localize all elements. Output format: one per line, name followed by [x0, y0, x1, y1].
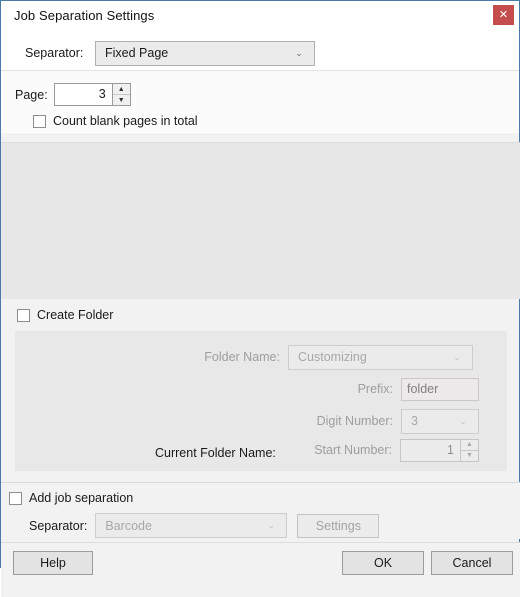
add-job-separator-dropdown[interactable]: Barcode ⌄ — [95, 513, 288, 538]
page-increment-icon[interactable]: ▲ — [112, 84, 130, 95]
job-separation-settings-dialog: Job Separation Settings ✕ Separator: Fix… — [0, 0, 520, 597]
page-decrement-icon[interactable]: ▼ — [113, 95, 130, 105]
create-folder-section: Create Folder Folder Name: Customizing ⌄… — [1, 300, 520, 471]
current-folder-name-row: Current Folder Name: — [155, 446, 479, 460]
folder-name-row: Folder Name: Customizing ⌄ — [204, 344, 473, 370]
settings-button[interactable]: Settings — [297, 513, 380, 538]
digit-number-label: Digit Number: — [316, 414, 393, 428]
checkbox-box-icon — [9, 491, 22, 505]
separator-area: Separator: Fixed Page ⌄ Page: 3 ▲ ▼ Coun… — [1, 30, 519, 133]
add-job-separator-row: Separator: Barcode ⌄ Settings — [29, 513, 380, 538]
digit-number-value: 3 — [411, 414, 418, 428]
chevron-down-icon: ⌄ — [267, 520, 276, 530]
preview-panel — [1, 142, 520, 299]
ok-button[interactable]: OK — [342, 551, 424, 575]
dialog-title: Job Separation Settings — [14, 8, 155, 23]
page-input[interactable]: 3 — [53, 83, 112, 106]
separator-row: Separator: Fixed Page ⌄ — [1, 40, 315, 66]
add-job-separator-label: Separator: — [29, 518, 88, 533]
checkbox-box-icon — [33, 114, 46, 128]
close-icon[interactable]: ✕ — [493, 5, 514, 25]
dialog-body: Separator: Fixed Page ⌄ Page: 3 ▲ ▼ Coun… — [1, 30, 520, 597]
separator-label: Separator: — [25, 46, 84, 60]
folder-name-label: Folder Name: — [204, 350, 280, 364]
prefix-input[interactable]: folder — [401, 377, 479, 401]
chevron-down-icon: ⌄ — [295, 47, 303, 58]
count-blank-pages-checkbox[interactable]: Count blank pages in total — [33, 114, 198, 128]
digit-number-dropdown[interactable]: 3 ⌄ — [401, 408, 479, 434]
page-stepper-buttons: ▲ ▼ — [111, 83, 131, 106]
title-bar: Job Separation Settings ✕ — [1, 1, 519, 30]
page-label: Page: — [15, 87, 48, 102]
page-stepper[interactable]: 3 ▲ ▼ — [53, 83, 131, 106]
create-folder-options-panel: Folder Name: Customizing ⌄ Prefix: folde… — [15, 330, 507, 471]
create-folder-checkbox[interactable]: Create Folder — [17, 308, 113, 322]
create-folder-label: Create Folder — [37, 308, 114, 322]
chevron-down-icon: ⌄ — [453, 351, 461, 362]
dialog-footer: Help OK Cancel — [1, 542, 520, 597]
folder-name-dropdown[interactable]: Customizing ⌄ — [288, 344, 473, 370]
add-job-separation-label: Add job separation — [29, 491, 134, 505]
add-job-separation-checkbox[interactable]: Add job separation — [9, 491, 133, 505]
folder-name-value: Customizing — [298, 350, 367, 364]
cancel-button[interactable]: Cancel — [431, 551, 513, 575]
separator-value: Fixed Page — [105, 46, 169, 60]
count-blank-pages-label: Count blank pages in total — [53, 114, 198, 128]
help-button[interactable]: Help — [13, 551, 93, 575]
add-job-separator-value: Barcode — [105, 518, 152, 533]
prefix-row: Prefix: folder — [357, 377, 479, 401]
chevron-down-icon: ⌄ — [459, 415, 467, 426]
current-folder-name-label: Current Folder Name: — [155, 445, 276, 460]
fixed-page-options: Page: 3 ▲ ▼ Count blank pages in total — [1, 70, 519, 132]
prefix-label: Prefix: — [357, 382, 393, 396]
checkbox-box-icon — [17, 308, 30, 322]
digit-number-row: Digit Number: 3 ⌄ — [316, 408, 479, 434]
separator-dropdown[interactable]: Fixed Page ⌄ — [95, 40, 315, 66]
add-job-separation-section: Add job separation Separator: Barcode ⌄ … — [1, 482, 520, 539]
page-row: Page: 3 ▲ ▼ — [15, 83, 131, 106]
